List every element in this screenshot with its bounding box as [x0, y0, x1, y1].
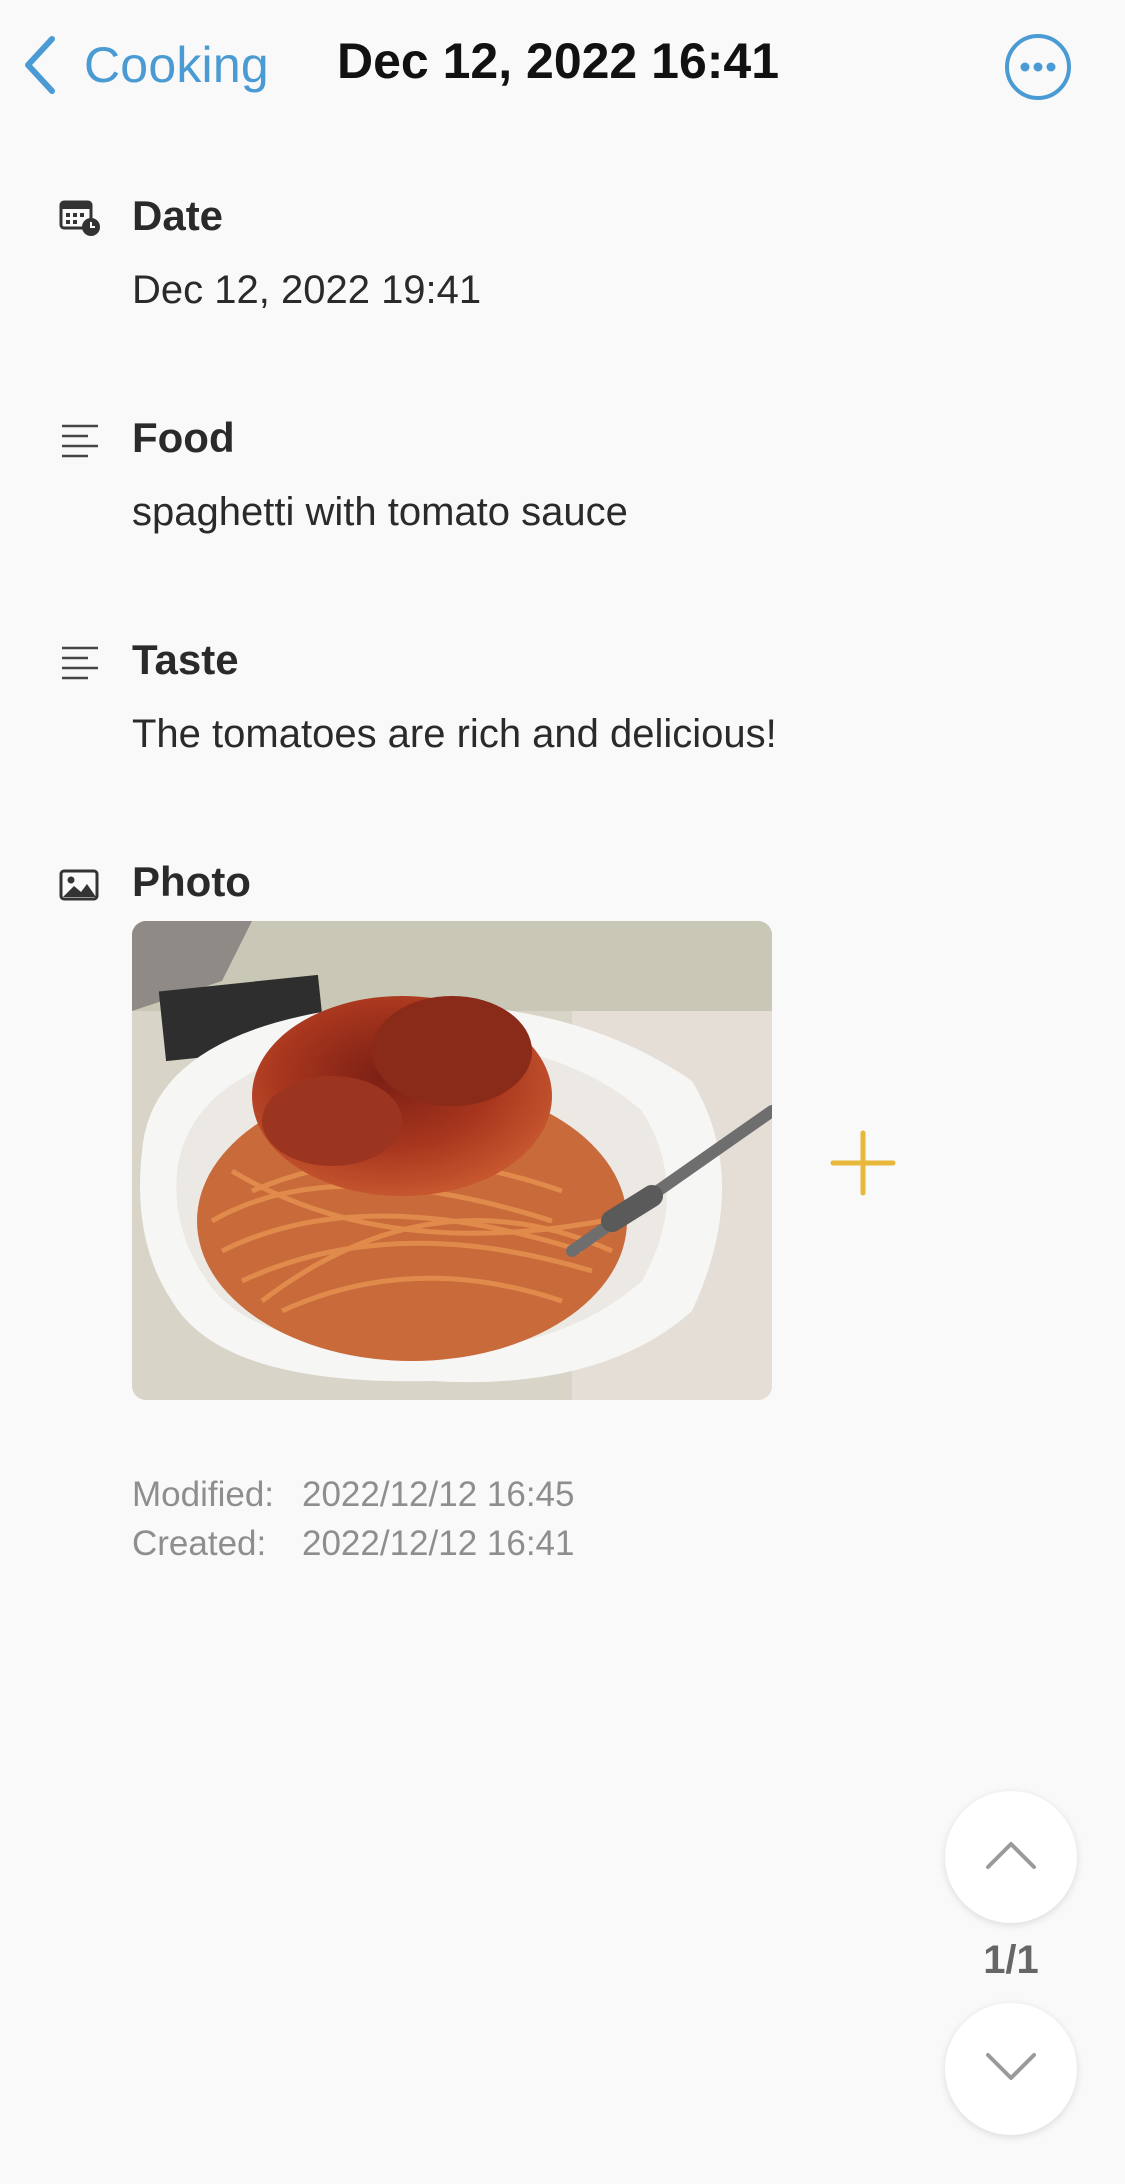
modified-info: Modified: 2022/12/12 16:45	[132, 1475, 574, 1515]
created-label: Created:	[132, 1524, 267, 1563]
chevron-left-icon	[22, 35, 58, 95]
text-lines-icon	[58, 420, 102, 464]
field-label-photo: Photo	[132, 858, 251, 905]
chevron-up-icon	[984, 1839, 1038, 1876]
add-photo-button[interactable]	[830, 1130, 896, 1196]
plus-icon	[830, 1130, 896, 1200]
field-label-food: Food	[132, 414, 235, 461]
text-lines-icon	[58, 642, 102, 686]
back-label: Cooking	[84, 37, 269, 93]
modified-label: Modified:	[132, 1475, 275, 1514]
back-button[interactable]: Cooking	[22, 30, 269, 100]
record-counter: 1/1	[983, 1938, 1039, 1982]
page-title: Dec 12, 2022 16:41	[337, 33, 780, 89]
spaghetti-photo	[132, 921, 772, 1400]
chevron-down-icon	[984, 2051, 1038, 2088]
field-value-date: Dec 12, 2022 19:41	[132, 268, 482, 312]
navigation-bar: Cooking Dec 12, 2022 16:41	[0, 0, 1125, 130]
more-options-button[interactable]	[1003, 32, 1073, 102]
field-value-food: spaghetti with tomato sauce	[132, 490, 628, 534]
image-icon	[58, 864, 102, 908]
field-label-date: Date	[132, 192, 224, 239]
modified-value: 2022/12/12 16:45	[302, 1475, 575, 1514]
ellipsis-circle-icon	[1003, 34, 1073, 106]
next-record-button[interactable]	[945, 2003, 1077, 2135]
field-value-taste: The tomatoes are rich and delicious!	[132, 712, 777, 756]
food-photo[interactable]	[132, 921, 772, 1400]
created-info: Created: 2022/12/12 16:41	[132, 1524, 574, 1564]
calendar-clock-icon	[58, 196, 102, 240]
created-value: 2022/12/12 16:41	[302, 1524, 575, 1563]
field-label-taste: Taste	[132, 636, 239, 683]
previous-record-button[interactable]	[945, 1791, 1077, 1923]
